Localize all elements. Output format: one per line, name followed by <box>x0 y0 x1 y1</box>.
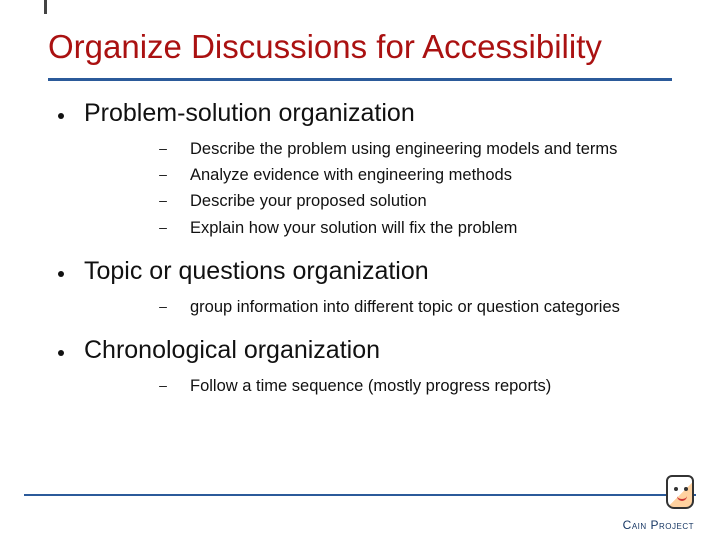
bullet-icon <box>58 350 64 356</box>
dash-icon: – <box>158 377 168 393</box>
dash-icon: – <box>158 140 168 156</box>
dash-icon: – <box>158 192 168 208</box>
sub-bullet-label: group information into different topic o… <box>190 296 620 318</box>
sub-bullet-item: – Follow a time sequence (mostly progres… <box>158 375 668 397</box>
bullet-icon <box>58 113 64 119</box>
sub-bullet-item: – Explain how your solution will fix the… <box>158 217 668 239</box>
bullet-item: Chronological organization <box>58 336 668 365</box>
logo-face-icon <box>666 475 694 509</box>
sub-list: – group information into different topic… <box>158 296 668 318</box>
dash-icon: – <box>158 219 168 235</box>
sub-bullet-item: – Describe the problem using engineering… <box>158 138 668 160</box>
dash-icon: – <box>158 298 168 314</box>
bullet-label: Topic or questions organization <box>84 257 429 286</box>
bullet-item: Problem-solution organization <box>58 99 668 128</box>
dash-icon: – <box>158 166 168 182</box>
sub-bullet-item: – Analyze evidence with engineering meth… <box>158 164 668 186</box>
content-region: Problem-solution organization – Describe… <box>0 81 720 398</box>
slide: Organize Discussions for Accessibility P… <box>0 0 720 540</box>
corner-mark <box>44 0 47 14</box>
bullet-item: Topic or questions organization <box>58 257 668 286</box>
sub-list: – Describe the problem using engineering… <box>158 138 668 239</box>
sub-bullet-label: Describe your proposed solution <box>190 190 427 212</box>
logo-text: Cain Project <box>623 518 694 532</box>
sub-bullet-label: Analyze evidence with engineering method… <box>190 164 512 186</box>
sub-bullet-label: Describe the problem using engineering m… <box>190 138 617 160</box>
bullet-label: Problem-solution organization <box>84 99 415 128</box>
sub-bullet-label: Follow a time sequence (mostly progress … <box>190 375 551 397</box>
sub-list: – Follow a time sequence (mostly progres… <box>158 375 668 397</box>
sub-bullet-item: – group information into different topic… <box>158 296 668 318</box>
logo: Cain Project <box>574 475 694 534</box>
sub-bullet-label: Explain how your solution will fix the p… <box>190 217 517 239</box>
title-region: Organize Discussions for Accessibility <box>0 0 720 81</box>
sub-bullet-item: – Describe your proposed solution <box>158 190 668 212</box>
slide-title: Organize Discussions for Accessibility <box>48 28 672 66</box>
bullet-label: Chronological organization <box>84 336 380 365</box>
bullet-icon <box>58 271 64 277</box>
